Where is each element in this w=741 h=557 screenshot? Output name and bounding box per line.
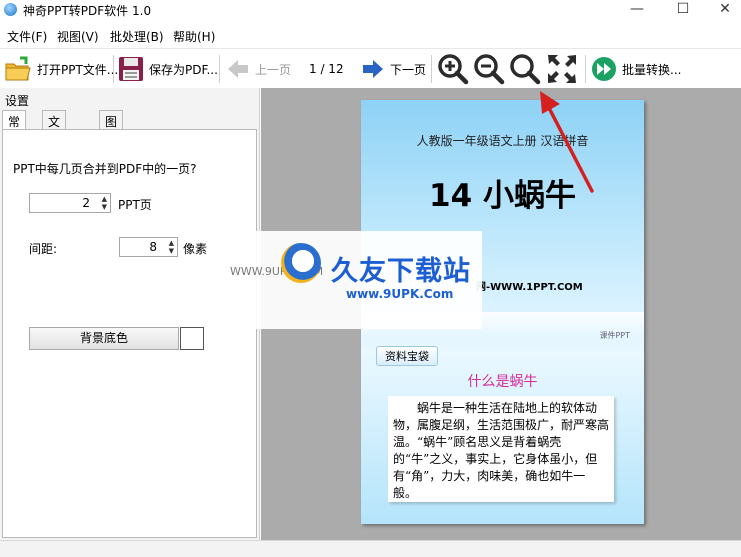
previous-page-button[interactable]: 上一页 (226, 53, 291, 85)
spacing-spinner[interactable]: 8 ▲ ▼ (119, 237, 178, 257)
watermark-name: 久友下载站 (331, 256, 471, 287)
menu-file[interactable]: 文件(F) (7, 28, 47, 45)
open-folder-icon (5, 56, 31, 81)
next-page-label: 下一页 (390, 62, 427, 77)
next-page-button[interactable]: 下一页 (361, 53, 426, 85)
arrow-right-icon (363, 60, 383, 78)
red-arrow-annotation-icon (540, 91, 594, 193)
pages-per-sheet-value: 2 (82, 196, 90, 210)
status-bar (0, 540, 741, 557)
batch-convert-button[interactable]: 批量转换... (591, 53, 681, 85)
tab-image-watermark[interactable]: 图片水印 (99, 110, 124, 180)
zoom-out-button[interactable] (473, 53, 505, 85)
fast-forward-icon (592, 57, 616, 81)
zoom-in-icon (438, 54, 469, 85)
page-indicator: 1 / 12 (309, 62, 344, 76)
minimize-button[interactable]: — (614, 0, 660, 20)
menu-help[interactable]: 帮助(H) (173, 28, 215, 45)
general-tab-content: PPT中每几页合并到PDF中的一页? 2 ▲ ▼ PPT页 间距: 8 ▲ ▼ 像素… (2, 129, 257, 538)
title-bar: 神奇PPT转PDF软件 1.0 — ☐ ✕ (0, 0, 741, 20)
slide-tag: 资料宝袋 (376, 346, 438, 366)
previous-page-label: 上一页 (255, 62, 292, 77)
slide-title: 14 小蜗牛 (429, 178, 576, 214)
zoom-in-button[interactable] (437, 53, 469, 85)
toolbar-separator (219, 55, 220, 83)
background-color-button[interactable]: 背景底色 (29, 327, 179, 350)
background-color-swatch[interactable] (180, 327, 204, 350)
maximize-button[interactable]: ☐ (660, 0, 706, 20)
open-ppt-button[interactable]: 打开PPT文件... (4, 53, 118, 85)
arrow-left-icon (228, 60, 248, 78)
pages-unit-label: PPT页 (118, 198, 152, 212)
merge-pages-question: PPT中每几页合并到PDF中的一页? (13, 162, 197, 176)
fullscreen-icon (548, 55, 576, 83)
window-title: 神奇PPT转PDF软件 1.0 (23, 4, 152, 18)
site-watermark: WWW.9UPK.COM 久友下载站 www.9UPK.Com (230, 231, 482, 329)
zoom-out-icon (474, 54, 505, 85)
watermark-logo-icon (281, 243, 321, 283)
toolbar: 打开PPT文件... 保存为PDF... 上一页 1 / 12 下一页 批量转换… (0, 48, 741, 88)
open-ppt-label: 打开PPT文件... (37, 62, 119, 77)
slide-brand: 课件PPT (599, 331, 630, 340)
menu-view[interactable]: 视图(V) (57, 28, 99, 45)
app-icon (4, 3, 17, 16)
toolbar-separator (585, 55, 586, 83)
toolbar-separator (113, 55, 114, 83)
pages-per-sheet-spinner[interactable]: 2 ▲ ▼ (29, 193, 111, 213)
settings-header: 设置 (5, 94, 30, 108)
spacing-value: 8 (149, 240, 157, 254)
spinner-arrows-icon[interactable]: ▲ ▼ (169, 239, 174, 255)
spacing-label: 间距: (29, 242, 58, 256)
tab-general[interactable]: 常规 (2, 110, 27, 146)
slide-subtitle: 人教版一年级语文上册 汉语拼音 (416, 134, 589, 148)
slide-question: 什么是蜗牛 (467, 374, 538, 390)
save-pdf-button[interactable]: 保存为PDF... (118, 53, 218, 85)
toolbar-separator (431, 55, 432, 83)
watermark-url: www.9UPK.Com (346, 287, 454, 301)
slide-body-text: 蜗牛是一种生活在陆地上的软体动物，属腹足纲，生活范围极广，耐严寒高温。“蜗牛”顾… (388, 396, 614, 502)
save-pdf-label: 保存为PDF... (149, 62, 218, 77)
menu-batch[interactable]: 批处理(B) (110, 28, 164, 45)
actual-size-button[interactable] (509, 53, 541, 85)
fit-page-button[interactable] (546, 53, 578, 85)
close-button[interactable]: ✕ (702, 0, 741, 20)
settings-panel: 设置 常规 文字水印 图片水印 PPT中每几页合并到PDF中的一页? 2 ▲▼ … (0, 88, 260, 540)
menu-bar: 文件(F) 视图(V) 批处理(B) 帮助(H) (0, 24, 741, 46)
spacing-unit-label: 像素 (183, 242, 208, 256)
magnifier-icon (510, 54, 541, 85)
batch-convert-label: 批量转换... (622, 62, 682, 77)
tab-text-watermark[interactable]: 文字水印 (42, 110, 67, 180)
floppy-disk-icon (119, 57, 143, 81)
spinner-arrows-icon[interactable]: ▲ ▼ (102, 195, 107, 211)
slide-url: 网-WWW.1PPT.COM (476, 282, 583, 293)
